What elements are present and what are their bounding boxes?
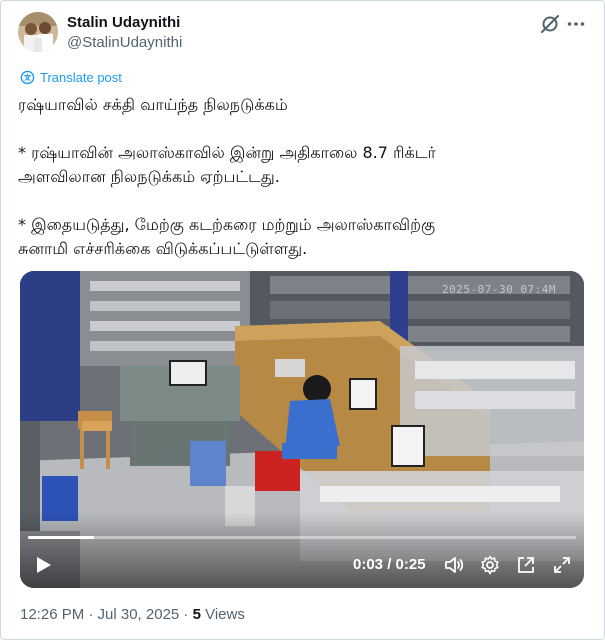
post-card: Stalin Udaynithi @StalinUdaynithi Transl… bbox=[0, 0, 605, 640]
translate-post-link[interactable]: Translate post bbox=[20, 68, 122, 86]
settings-gear-icon[interactable] bbox=[479, 554, 501, 576]
views-label: Views bbox=[200, 606, 245, 623]
camera-timestamp-overlay: 2025-07-30 07:4M bbox=[442, 283, 556, 296]
post-paragraph-line: * ரஷ்யாவின் அலாஸ்காவில் இன்று அதிகாலை 8.… bbox=[18, 143, 436, 162]
avatar-image bbox=[18, 12, 58, 52]
video-progress-fill bbox=[28, 536, 94, 539]
volume-icon[interactable] bbox=[443, 554, 465, 576]
views-count: 5 bbox=[192, 606, 201, 623]
popout-icon[interactable] bbox=[515, 554, 537, 576]
video-frame bbox=[20, 271, 584, 588]
grok-icon[interactable] bbox=[539, 13, 561, 35]
fullscreen-icon[interactable] bbox=[551, 554, 573, 576]
video-progress-bar[interactable] bbox=[28, 536, 576, 539]
post-timestamp[interactable]: 12:26 PM · Jul 30, 2025 · bbox=[20, 606, 193, 623]
post-paragraph-line: * இதையடுத்து, மேற்கு கடற்கரை மற்றும் அலா… bbox=[18, 215, 436, 234]
post-paragraph-line: சுனாமி எச்சரிக்கை விடுக்கப்பட்டுள்ளது. bbox=[18, 239, 308, 258]
translate-icon bbox=[20, 70, 35, 84]
author-name[interactable]: Stalin Udaynithi bbox=[67, 14, 180, 31]
post-text: ரஷ்யாவில் சக்தி வாய்ந்த நிலநடுக்கம் * ரஷ… bbox=[18, 93, 578, 261]
video-player[interactable]: 2025-07-30 07:4M 0:03 / 0:25 bbox=[20, 271, 584, 588]
post-meta: 12:26 PM · Jul 30, 2025 · 5 Views bbox=[20, 606, 245, 623]
video-time: 0:03 / 0:25 bbox=[353, 556, 426, 573]
post-paragraph-line: அளவிலான நிலநடுக்கம் ஏற்பட்டது. bbox=[18, 167, 280, 186]
more-options-icon[interactable] bbox=[565, 13, 587, 35]
post-headline: ரஷ்யாவில் சக்தி வாய்ந்த நிலநடுக்கம் bbox=[18, 95, 288, 114]
play-icon[interactable] bbox=[32, 554, 54, 576]
author-handle[interactable]: @StalinUdaynithi bbox=[67, 34, 182, 51]
video-controls: 0:03 / 0:25 bbox=[20, 546, 584, 588]
translate-label: Translate post bbox=[40, 69, 122, 85]
avatar[interactable] bbox=[18, 12, 58, 52]
